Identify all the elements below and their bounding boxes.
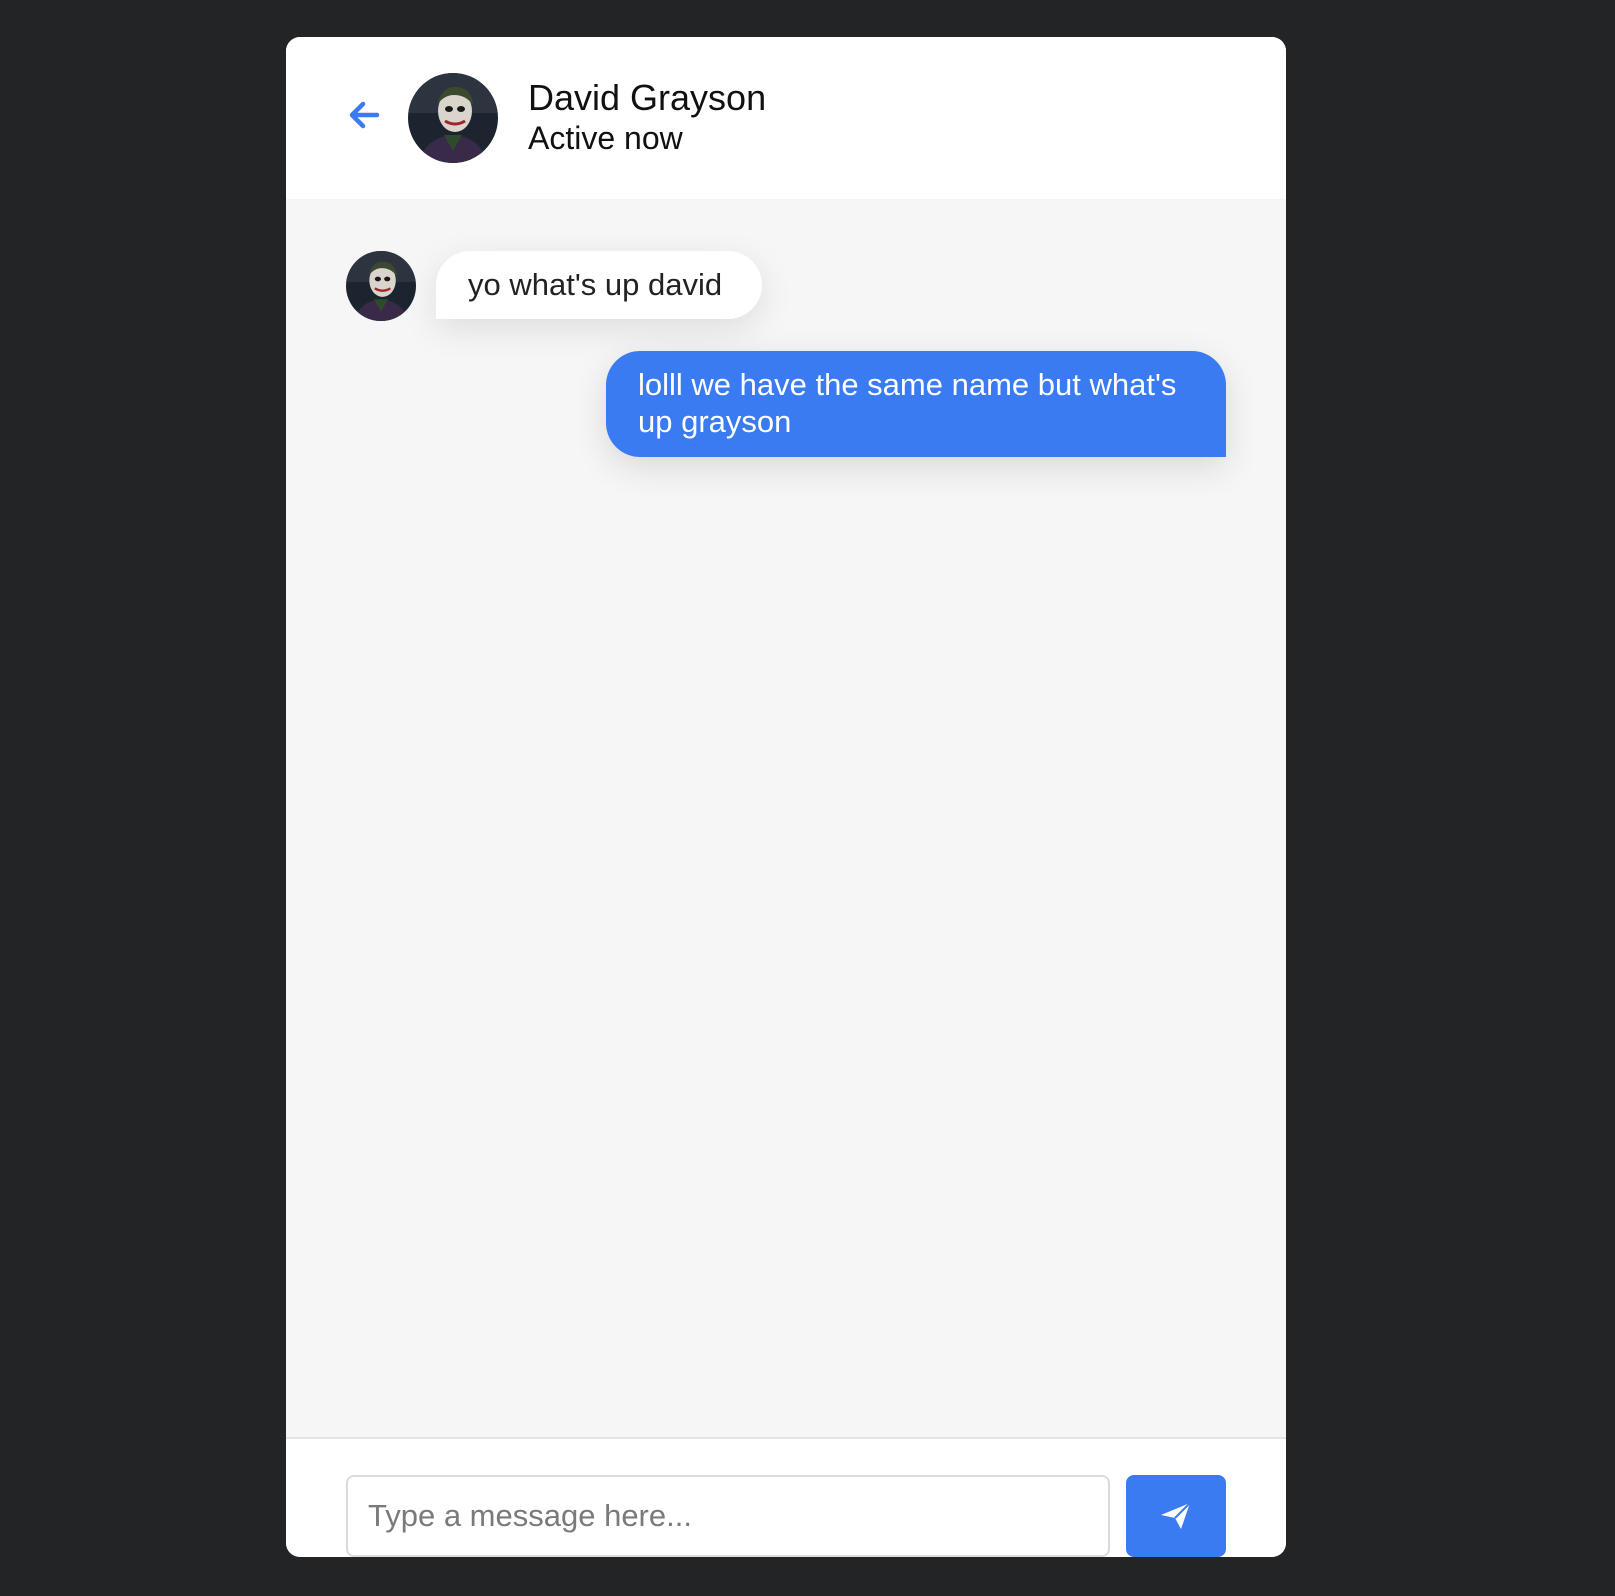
outgoing-message: lolll we have the same name but what's u… xyxy=(606,351,1226,457)
message-input[interactable] xyxy=(346,1475,1110,1557)
avatar[interactable] xyxy=(408,73,498,163)
contact-status: Active now xyxy=(528,120,683,156)
contact-avatar-image xyxy=(346,251,416,321)
message-list[interactable]: yo what's up david lolll we have the sam… xyxy=(286,199,1286,1437)
send-button[interactable] xyxy=(1126,1475,1226,1557)
paper-plane-icon xyxy=(1161,1502,1191,1529)
arrow-left-icon xyxy=(349,101,380,129)
back-button[interactable] xyxy=(342,97,386,133)
contact-name: David Grayson xyxy=(528,77,767,118)
contact-avatar-image xyxy=(408,73,498,163)
incoming-message: yo what's up david xyxy=(436,251,762,319)
chat-window: David Grayson Active now yo what's up da… xyxy=(286,37,1286,1557)
message-composer xyxy=(286,1437,1286,1557)
chat-header: David Grayson Active now xyxy=(286,37,1286,199)
avatar xyxy=(346,251,416,321)
